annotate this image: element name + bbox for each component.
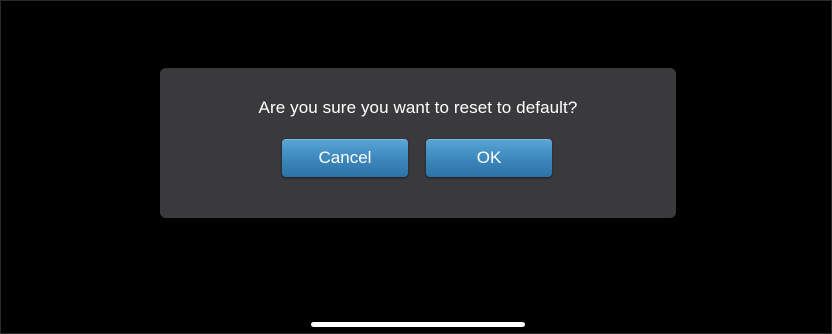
dialog-message: Are you sure you want to reset to defaul… <box>258 98 578 117</box>
ok-button[interactable]: OK <box>426 139 552 177</box>
reset-confirmation-dialog: Are you sure you want to reset to defaul… <box>160 68 676 218</box>
home-indicator[interactable] <box>311 322 525 327</box>
cancel-button[interactable]: Cancel <box>282 139 408 177</box>
app-screen: Are you sure you want to reset to defaul… <box>0 0 832 334</box>
